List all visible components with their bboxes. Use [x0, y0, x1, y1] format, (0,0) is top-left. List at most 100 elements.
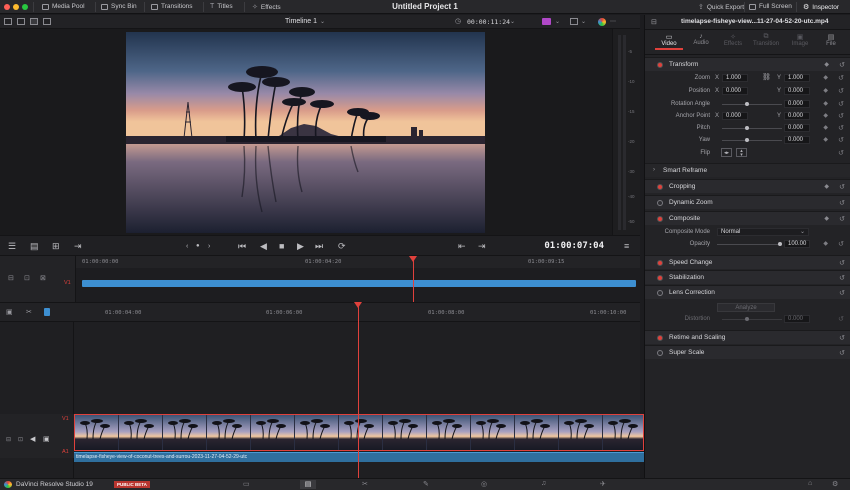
timeline-dropdown-icon[interactable]: ⌄ — [320, 18, 325, 25]
lens-correction-enable-toggle[interactable] — [657, 290, 663, 296]
safe-area-icon[interactable] — [570, 18, 578, 25]
grid-view-icon[interactable] — [17, 18, 25, 25]
color-viewer-icon[interactable] — [542, 18, 551, 25]
link-icon[interactable]: ⛓ — [762, 73, 771, 81]
tab-image[interactable]: ▣ Image — [787, 33, 813, 47]
transitions-button[interactable]: Transitions — [151, 3, 193, 10]
yaw-slider-knob[interactable] — [745, 138, 749, 142]
color-wheel-icon[interactable] — [598, 18, 606, 26]
cut-page-icon[interactable]: ✂ — [362, 480, 368, 488]
fusion-page-icon[interactable]: ✎ — [423, 480, 429, 488]
media-page-icon[interactable]: ▭ — [243, 480, 250, 488]
jog-right-icon[interactable]: › — [208, 242, 210, 251]
safe-area-dropdown[interactable]: ⌄ — [581, 18, 586, 25]
snapping-icon[interactable]: ⇥ — [74, 242, 82, 251]
rotation-slider[interactable] — [722, 104, 782, 105]
opacity-field[interactable]: 100.00 — [784, 240, 810, 248]
position-keyframe-icon[interactable]: ◆ — [823, 87, 828, 94]
composite-reset-icon[interactable]: ↺ — [839, 215, 845, 223]
video-clip[interactable] — [74, 414, 644, 451]
rotation-keyframe-icon[interactable]: ◆ — [823, 100, 828, 107]
main-playhead[interactable] — [358, 304, 359, 478]
flip-vertical-button[interactable]: ▴ ▾ — [736, 148, 747, 158]
close-window-button[interactable] — [4, 4, 10, 10]
settings-gear-icon[interactable]: ⚙ — [832, 480, 838, 488]
pitch-keyframe-icon[interactable]: ◆ — [823, 124, 828, 131]
layout-icon[interactable] — [4, 18, 12, 25]
anchor-x-field[interactable]: 0.000 — [722, 112, 748, 120]
cropping-section[interactable]: Cropping ◆ ↺ — [645, 179, 850, 193]
speed-change-enable-toggle[interactable] — [657, 260, 663, 266]
transform-reset-icon[interactable]: ↺ — [839, 61, 845, 69]
rotation-slider-knob[interactable] — [745, 102, 749, 106]
composite-enable-toggle[interactable] — [657, 216, 663, 222]
super-scale-section[interactable]: Super Scale ↺ — [645, 345, 850, 359]
tab-file[interactable]: ▤ File — [819, 33, 843, 47]
lens-correction-reset-icon[interactable]: ↺ — [839, 289, 845, 297]
retime-scaling-reset-icon[interactable]: ↺ — [839, 334, 845, 342]
home-icon[interactable]: ⌂ — [808, 480, 812, 487]
zoom-x-field[interactable]: 1.000 — [722, 74, 748, 82]
cropping-keyframe-icon[interactable]: ◆ — [824, 183, 829, 190]
smart-reframe-section[interactable]: › Smart Reframe — [645, 163, 850, 177]
super-scale-reset-icon[interactable]: ↺ — [839, 349, 845, 357]
fairlight-page-icon[interactable]: ♫ — [541, 480, 546, 487]
dynamic-zoom-enable-toggle[interactable] — [657, 200, 663, 206]
cropping-enable-toggle[interactable] — [657, 184, 663, 190]
full-screen-button[interactable]: Full Screen — [749, 3, 792, 10]
track-visibility-icon[interactable]: ▣ — [43, 435, 50, 443]
pitch-field[interactable]: 0.000 — [784, 124, 810, 132]
media-pool-button[interactable]: Media Pool — [42, 3, 85, 10]
pitch-slider[interactable] — [722, 128, 782, 129]
dynamic-zoom-section[interactable]: Dynamic Zoom ↺ — [645, 195, 850, 209]
analyze-button[interactable]: Analyze — [717, 303, 775, 312]
jog-dot-icon[interactable]: ● — [196, 242, 200, 251]
go-to-end-button[interactable]: ⏭ — [315, 242, 323, 251]
sync-bin-button[interactable]: Sync Bin — [101, 3, 137, 10]
composite-keyframe-icon[interactable]: ◆ — [824, 215, 829, 222]
auto-select-icon[interactable]: ⊡ — [18, 436, 23, 443]
pitch-reset-icon[interactable]: ↺ — [838, 124, 844, 132]
inspector-collapse-icon[interactable]: ⊟ — [651, 18, 657, 26]
distortion-reset-icon[interactable]: ↺ — [838, 315, 844, 323]
timeline-settings-icon[interactable]: ☰ — [8, 242, 16, 251]
audio-clip[interactable]: timelapse-fisheye-view-of-coconut-trees-… — [74, 452, 644, 462]
play-button[interactable]: ▶ — [297, 242, 304, 251]
position-y-field[interactable]: 0.000 — [784, 87, 810, 95]
retime-scaling-section[interactable]: Retime and Scaling ↺ — [645, 330, 850, 344]
deliver-page-icon[interactable]: ✈ — [600, 480, 606, 488]
opacity-slider[interactable] — [717, 244, 782, 245]
inspector-button[interactable]: ⚙ Inspector — [803, 3, 839, 12]
speaker-icon[interactable]: ◀ — [30, 435, 35, 443]
video-viewer[interactable] — [0, 29, 612, 235]
tab-transition[interactable]: ⧉ Transition — [749, 33, 783, 47]
flip-horizontal-button[interactable]: ◂▸ — [721, 148, 732, 157]
keyframe-icon[interactable]: ◆ — [824, 61, 829, 68]
upper-playhead-handle[interactable] — [409, 256, 417, 262]
timeline-name[interactable]: Timeline 1 — [285, 18, 317, 25]
main-timeline[interactable]: ⊟ ⊡ ◀ ▣ V1 A1 timelapse-fisheye-view-of-… — [0, 302, 644, 478]
distortion-slider-knob[interactable] — [745, 317, 749, 321]
anchor-y-field[interactable]: 0.000 — [784, 112, 810, 120]
effects-button[interactable]: ✧ Effects — [252, 3, 281, 12]
distortion-slider[interactable] — [722, 319, 782, 320]
zoom-reset-icon[interactable]: ↺ — [838, 74, 844, 82]
previous-clip-button[interactable]: ⇤ — [458, 242, 466, 251]
viewer-color-dropdown[interactable]: ⌄ — [555, 18, 560, 25]
loop-button[interactable]: ⟳ — [338, 242, 346, 251]
flip-reset-icon[interactable]: ↺ — [838, 149, 844, 157]
track-lock-icon[interactable]: ⊟ — [6, 436, 11, 443]
quick-export-button[interactable]: ⇪ Quick Export — [698, 3, 744, 12]
tab-effects[interactable]: ✧ Effects — [719, 33, 747, 47]
composite-section[interactable]: Composite ◆ ↺ — [645, 211, 850, 225]
yaw-field[interactable]: 0.000 — [784, 136, 810, 144]
position-x-field[interactable]: 0.000 — [722, 87, 748, 95]
tab-audio[interactable]: ♪ Audio — [687, 33, 715, 46]
stabilization-enable-toggle[interactable] — [657, 275, 663, 281]
stabilization-section[interactable]: Stabilization ↺ — [645, 270, 850, 284]
list-view-icon[interactable] — [30, 18, 38, 25]
rotation-reset-icon[interactable]: ↺ — [838, 100, 844, 108]
blade-icon[interactable]: ✂ — [26, 308, 32, 316]
position-reset-icon[interactable]: ↺ — [838, 87, 844, 95]
speed-change-section[interactable]: Speed Change ↺ — [645, 255, 850, 269]
